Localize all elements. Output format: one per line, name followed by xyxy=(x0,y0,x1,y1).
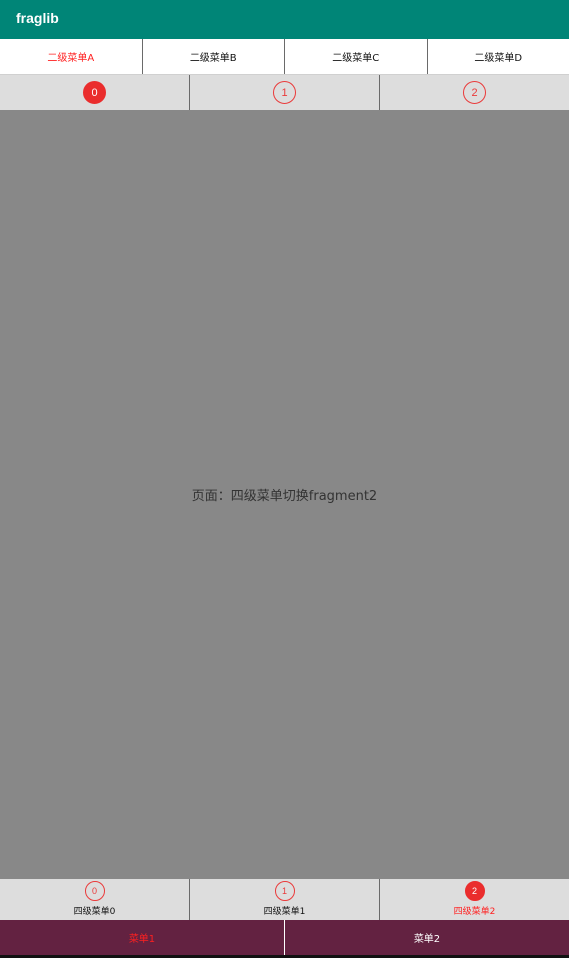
tab-label: 二级菜单D xyxy=(474,53,523,64)
tab-level2-d[interactable]: 二级菜单D xyxy=(428,39,570,74)
tab-label: 二级菜单A xyxy=(47,53,95,64)
number-badge: 0 xyxy=(83,81,106,104)
nav-label: 菜单1 xyxy=(128,934,156,945)
tab-label: 四级菜单1 xyxy=(263,907,306,917)
number-badge: 1 xyxy=(273,81,296,104)
nav-item-menu1[interactable]: 菜单1 xyxy=(0,920,285,955)
tab-level2-b[interactable]: 二级菜单B xyxy=(143,39,285,74)
fragment-content: 页面：四级菜单切换fragment2 xyxy=(0,110,569,879)
tab-level4-1[interactable]: 1 四级菜单1 xyxy=(190,879,380,920)
app-title: fraglib xyxy=(16,10,59,26)
tab-level3-2[interactable]: 2 xyxy=(380,75,569,110)
tab-level3-1[interactable]: 1 xyxy=(190,75,380,110)
tab-level3-0[interactable]: 0 xyxy=(0,75,190,110)
tab-level4-2[interactable]: 2 四级菜单2 xyxy=(380,879,569,920)
level2-tab-bar: 二级菜单A 二级菜单B 二级菜单C 二级菜单D xyxy=(0,39,569,75)
number-badge: 2 xyxy=(463,81,486,104)
tab-level2-c[interactable]: 二级菜单C xyxy=(285,39,428,74)
page-content-text: 页面：四级菜单切换fragment2 xyxy=(191,489,378,504)
nav-label: 菜单2 xyxy=(413,934,441,945)
tab-level2-a[interactable]: 二级菜单A xyxy=(0,39,143,74)
number-badge: 1 xyxy=(274,881,295,901)
nav-item-menu2[interactable]: 菜单2 xyxy=(285,920,569,955)
tab-label: 四级菜单2 xyxy=(453,907,496,917)
app-bar: fraglib xyxy=(0,0,569,39)
level4-tab-bar: 0 四级菜单0 1 四级菜单1 2 四级菜单2 xyxy=(0,879,569,920)
tab-label: 二级菜单C xyxy=(332,53,380,64)
number-badge: 2 xyxy=(464,881,485,901)
number-badge: 0 xyxy=(84,881,105,901)
level3-tab-bar: 0 1 2 xyxy=(0,75,569,110)
tab-label: 二级菜单B xyxy=(189,53,237,64)
bottom-navigation: 菜单1 菜单2 xyxy=(0,920,569,955)
tab-label: 四级菜单0 xyxy=(73,907,116,917)
tab-level4-0[interactable]: 0 四级菜单0 xyxy=(0,879,190,920)
